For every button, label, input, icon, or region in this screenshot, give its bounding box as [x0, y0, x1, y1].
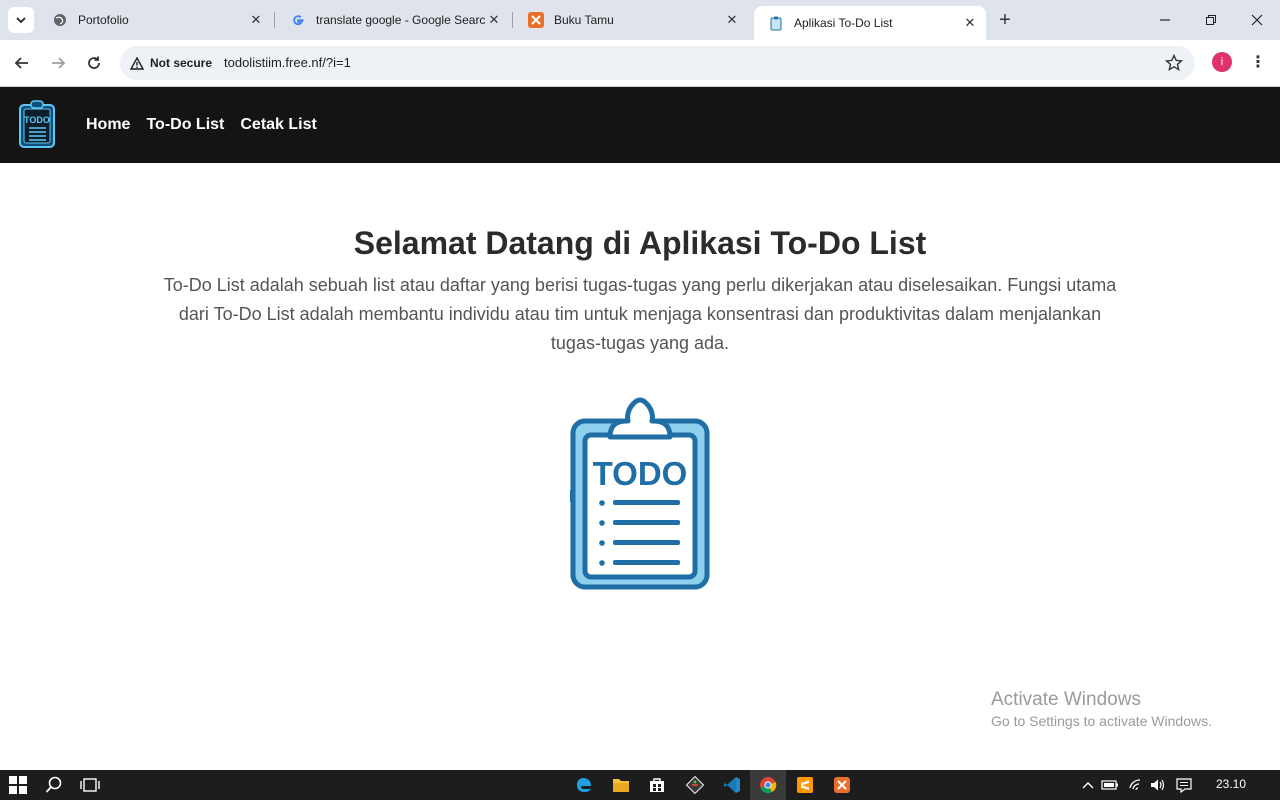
nav-home[interactable]: Home [86, 116, 130, 134]
git-icon[interactable] [685, 775, 705, 795]
vscode-icon[interactable] [722, 775, 742, 795]
edge-icon[interactable] [574, 775, 594, 795]
tab-portofolio[interactable]: Portofolio ✕ [38, 6, 272, 34]
tab-title: Portofolio [78, 13, 129, 27]
tab-title: Buku Tamu [554, 13, 614, 27]
illustration-text: TODO [593, 455, 688, 492]
tab-search-button[interactable] [8, 7, 34, 33]
store-icon[interactable] [647, 775, 667, 795]
watermark-subtitle: Go to Settings to activate Windows. [991, 713, 1212, 729]
wifi-icon[interactable] [1126, 775, 1146, 795]
xampp-icon [528, 12, 544, 28]
watermark-title: Activate Windows [991, 689, 1141, 710]
logo-text: TODO [24, 115, 50, 125]
windows-taskbar: 23.10 [0, 770, 1280, 800]
minimize-icon [1160, 19, 1170, 21]
url-text[interactable]: todolistiim.free.nf/?i=1 [224, 55, 351, 70]
new-tab-button[interactable]: + [994, 9, 1016, 31]
intro-paragraph: To-Do List adalah sebuah list atau dafta… [163, 275, 1117, 353]
activate-windows-watermark: Activate Windows Go to Settings to activ… [991, 689, 1212, 729]
more-menu-icon[interactable]: ⋮ [1248, 52, 1268, 72]
arrow-left-icon [14, 57, 28, 69]
main-nav: Home To-Do List Cetak List [86, 116, 317, 134]
close-icon[interactable]: ✕ [724, 12, 740, 28]
restore-icon [1206, 15, 1216, 25]
security-label: Not secure [150, 56, 213, 70]
tab-aplikasi-todo[interactable]: Aplikasi To-Do List ✕ [754, 6, 986, 40]
chrome-icon[interactable] [758, 775, 778, 795]
security-chip[interactable]: Not secure [126, 50, 220, 76]
warning-icon [130, 56, 144, 70]
minimize-button[interactable] [1142, 0, 1188, 40]
site-header: TODO Home To-Do List Cetak List [0, 87, 1280, 163]
tab-title: translate google - Google Search [316, 13, 486, 27]
search-icon[interactable] [44, 775, 64, 795]
tab-separator [512, 12, 513, 28]
tab-google-search[interactable]: translate google - Google Search ✕ [276, 6, 510, 34]
tab-separator [274, 12, 275, 28]
windows-start-icon[interactable] [8, 775, 28, 795]
close-icon [1251, 14, 1263, 26]
bookmark-star-icon[interactable] [1165, 54, 1183, 72]
xampp-icon[interactable] [832, 775, 852, 795]
close-window-button[interactable] [1234, 0, 1280, 40]
nav-todo-list[interactable]: To-Do List [146, 116, 224, 134]
nav-cetak-list[interactable]: Cetak List [240, 116, 316, 134]
back-button[interactable] [9, 50, 35, 76]
browser-toolbar: Not secure todolistiim.free.nf/?i=1 [0, 40, 1280, 87]
forward-button[interactable] [45, 50, 71, 76]
task-view-icon[interactable] [80, 775, 100, 795]
battery-icon[interactable] [1100, 775, 1120, 795]
sublime-text-icon[interactable] [795, 775, 815, 795]
close-icon[interactable]: ✕ [248, 12, 264, 28]
close-icon[interactable]: ✕ [962, 15, 978, 31]
chevron-up-icon[interactable] [1078, 775, 1098, 795]
google-icon [290, 12, 306, 28]
close-icon[interactable]: ✕ [486, 12, 502, 28]
reload-icon [88, 56, 100, 69]
globe-icon [52, 12, 68, 28]
reload-button[interactable] [81, 50, 107, 76]
tab-buku-tamu[interactable]: Buku Tamu ✕ [514, 6, 748, 34]
browser-tab-strip: Portofolio ✕ translate google - Google S… [0, 0, 1280, 40]
file-explorer-icon[interactable] [611, 775, 631, 795]
taskbar-clock[interactable]: 23.10 [1216, 777, 1246, 791]
todo-clipboard-illustration: TODO [570, 397, 710, 590]
address-bar[interactable]: Not secure todolistiim.free.nf/?i=1 [120, 46, 1195, 80]
chevron-down-icon [16, 17, 26, 24]
arrow-right-icon [52, 57, 66, 69]
notification-icon[interactable] [1174, 775, 1194, 795]
clipboard-icon [768, 15, 784, 31]
page-title: Selamat Datang di Aplikasi To-Do List [353, 225, 927, 261]
main-content: Selamat Datang di Aplikasi To-Do List To… [0, 163, 1280, 770]
volume-icon[interactable] [1148, 775, 1168, 795]
restore-button[interactable] [1188, 0, 1234, 40]
tab-title: Aplikasi To-Do List [794, 16, 893, 30]
todo-logo-icon[interactable]: TODO [18, 99, 56, 149]
profile-avatar[interactable]: i [1212, 52, 1232, 72]
